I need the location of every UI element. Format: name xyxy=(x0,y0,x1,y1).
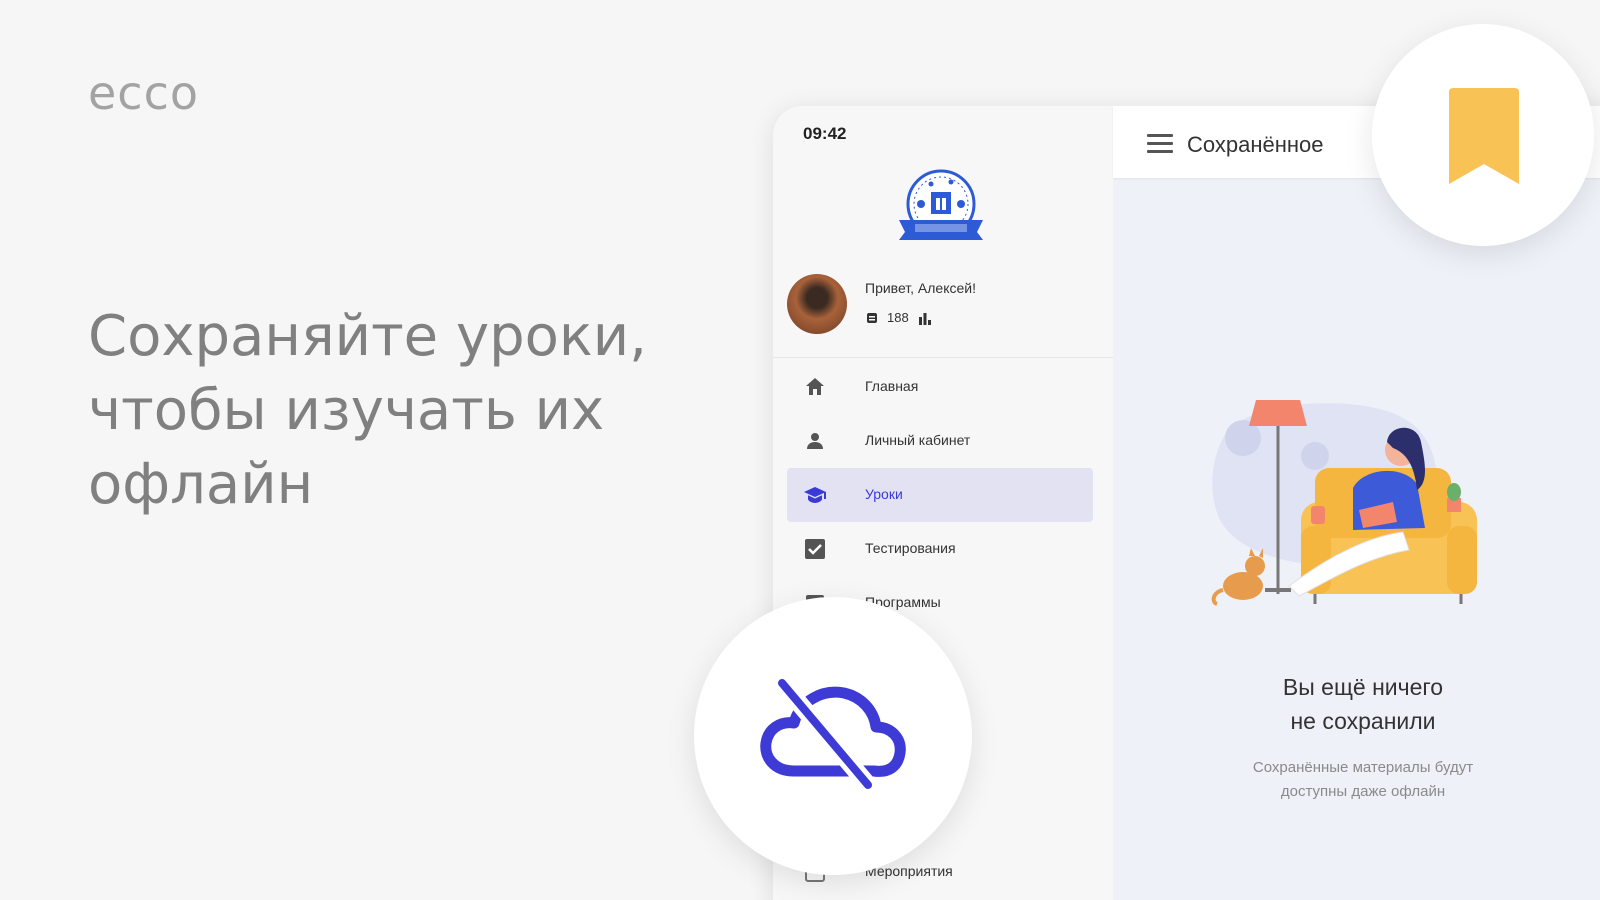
home-icon xyxy=(806,378,824,395)
menu-item-tests[interactable]: Тестирования xyxy=(787,522,1093,576)
points-value: 188 xyxy=(887,310,909,325)
empty-sub-line-2: доступны даже офлайн xyxy=(1280,783,1446,800)
empty-title-line-1: Вы ещё ничего xyxy=(1282,674,1444,700)
profile-stats: 188 xyxy=(865,310,933,325)
promo-line-2: чтобы изучать их xyxy=(88,378,605,443)
school-badge-icon xyxy=(899,169,983,240)
person-icon xyxy=(807,433,823,449)
avatar xyxy=(787,274,847,334)
coin-icon xyxy=(867,312,877,323)
status-bar-time: 09:42 xyxy=(803,124,847,143)
menu-item-label: Уроки xyxy=(865,486,903,502)
checkbox-icon xyxy=(805,539,825,559)
empty-sub-line-1: Сохранённые материалы будут xyxy=(1252,759,1474,776)
rating-bars-icon xyxy=(918,312,931,325)
menu-item-home[interactable]: Главная xyxy=(787,360,1093,414)
cloud-off-icon xyxy=(760,679,906,789)
ecco-logo: ecco xyxy=(88,66,200,120)
offline-badge xyxy=(694,597,972,875)
user-profile[interactable]: Привет, Алексей! 188 xyxy=(787,274,1107,344)
greeting-text: Привет, Алексей! xyxy=(865,280,976,296)
graduation-cap-icon xyxy=(804,487,826,503)
empty-title-line-2: не сохранили xyxy=(1290,708,1436,734)
empty-state-subtitle: Сохранённые материалы будут доступны даж… xyxy=(1113,756,1600,804)
promo-line-1: Сохраняйте уроки, xyxy=(88,304,647,369)
menu-item-label: Главная xyxy=(865,378,919,394)
drawer-divider xyxy=(773,357,1113,358)
bookmark-badge xyxy=(1372,24,1594,246)
promo-line-3: офлайн xyxy=(88,452,314,517)
menu-item-profile[interactable]: Личный кабинет xyxy=(787,414,1093,468)
menu-icon[interactable] xyxy=(1147,134,1173,154)
menu-item-label: Тестирования xyxy=(865,540,956,556)
page-title: Сохранённое xyxy=(1187,132,1324,157)
menu-item-label: Личный кабинет xyxy=(865,432,971,448)
empty-state-title: Вы ещё ничего не сохранили xyxy=(1113,670,1600,738)
menu-item-lessons[interactable]: Уроки xyxy=(787,468,1093,522)
reading-woman-illustration xyxy=(1211,400,1477,606)
bookmark-icon xyxy=(1449,88,1519,184)
promo-headline: Сохраняйте уроки, чтобы изучать их офлай… xyxy=(88,300,688,522)
